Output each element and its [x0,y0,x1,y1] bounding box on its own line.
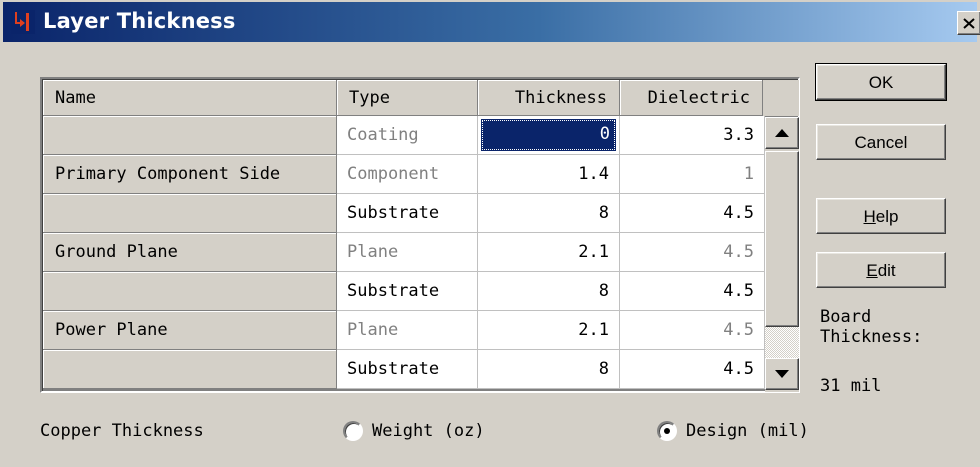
row-name-cell[interactable]: Ground Plane [43,233,337,272]
row-thickness-cell[interactable]: 2.1 [478,311,620,350]
arrow-up-icon [775,129,789,137]
row-dielectric-cell[interactable]: 4.5 [620,350,765,389]
scroll-up-button[interactable] [765,117,799,149]
row-name-cell[interactable] [43,194,337,233]
board-thickness-label: Board Thickness: [820,307,922,347]
row-dielectric-cell[interactable]: 4.5 [620,272,765,311]
row-type-cell[interactable]: Plane [337,233,478,272]
selected-thickness-value[interactable]: 0 [481,119,616,151]
board-thickness-label-line1: Board [820,307,872,327]
weight-oz-label[interactable]: Weight (oz) [372,421,485,441]
header-spacer [763,80,799,116]
row-name-cell[interactable] [43,116,337,155]
row-type-cell[interactable]: Component [337,155,478,194]
column-header-dielectric[interactable]: Dielectric [620,80,763,116]
weight-oz-radio[interactable] [343,421,363,441]
row-name-cell[interactable] [43,272,337,311]
ok-button[interactable]: OK [815,63,947,101]
row-thickness-cell[interactable]: 8 [478,272,620,311]
edit-button[interactable]: Edit [816,252,946,288]
copper-thickness-label: Copper Thickness [40,421,204,441]
row-dielectric-cell[interactable]: 4.5 [620,233,765,272]
row-name-cell[interactable]: Primary Component Side [43,155,337,194]
close-button[interactable] [957,11,980,35]
help-button[interactable]: Help [816,198,946,234]
window-title: Layer Thickness [43,9,236,33]
row-type-cell[interactable]: Coating [337,116,478,155]
title-bar[interactable]: Layer Thickness [3,2,980,42]
scroll-track[interactable] [765,327,799,358]
edit-mnemonic: E [866,260,878,280]
row-thickness-cell-selected[interactable]: 0 [478,116,620,155]
grid-body: Name Type Thickness Dielectric Coating 0… [42,79,799,392]
design-mil-radio[interactable] [657,421,677,441]
help-mnemonic: H [863,206,876,226]
scroll-down-button[interactable] [765,358,799,390]
layer-grid[interactable]: Name Type Thickness Dielectric Coating 0… [40,77,800,393]
layer-thickness-dialog: Layer Thickness Name Type Thickness Diel… [0,0,980,467]
board-thickness-value: 31 mil [820,376,882,396]
row-thickness-cell[interactable]: 1.4 [478,155,620,194]
cancel-button[interactable]: Cancel [816,124,946,160]
row-name-cell[interactable] [43,350,337,389]
row-dielectric-cell[interactable]: 4.5 [620,194,765,233]
row-thickness-cell[interactable]: 8 [478,194,620,233]
help-label-rest: elp [875,206,899,226]
column-header-thickness[interactable]: Thickness [478,80,620,116]
arrow-down-icon [775,370,789,378]
vertical-scrollbar[interactable] [765,117,799,392]
row-dielectric-cell[interactable]: 4.5 [620,311,765,350]
row-dielectric-cell[interactable]: 3.3 [620,116,765,155]
scroll-thumb[interactable] [765,151,799,327]
row-type-cell[interactable]: Substrate [337,350,478,389]
row-dielectric-cell[interactable]: 1 [620,155,765,194]
column-header-name[interactable]: Name [43,80,337,116]
column-header-type[interactable]: Type [337,80,478,116]
design-mil-label[interactable]: Design (mil) [686,421,809,441]
edit-label-rest: dit [877,260,896,280]
row-thickness-cell[interactable]: 2.1 [478,233,620,272]
row-type-cell[interactable]: Plane [337,311,478,350]
row-name-cell[interactable]: Power Plane [43,311,337,350]
board-thickness-label-line2: Thickness: [820,327,923,347]
row-type-cell[interactable]: Substrate [337,194,478,233]
row-thickness-cell[interactable]: 8 [478,350,620,389]
close-icon [963,17,975,29]
radio-selected-dot [664,428,670,434]
layer-stack-icon [11,10,35,34]
row-type-cell[interactable]: Substrate [337,272,478,311]
